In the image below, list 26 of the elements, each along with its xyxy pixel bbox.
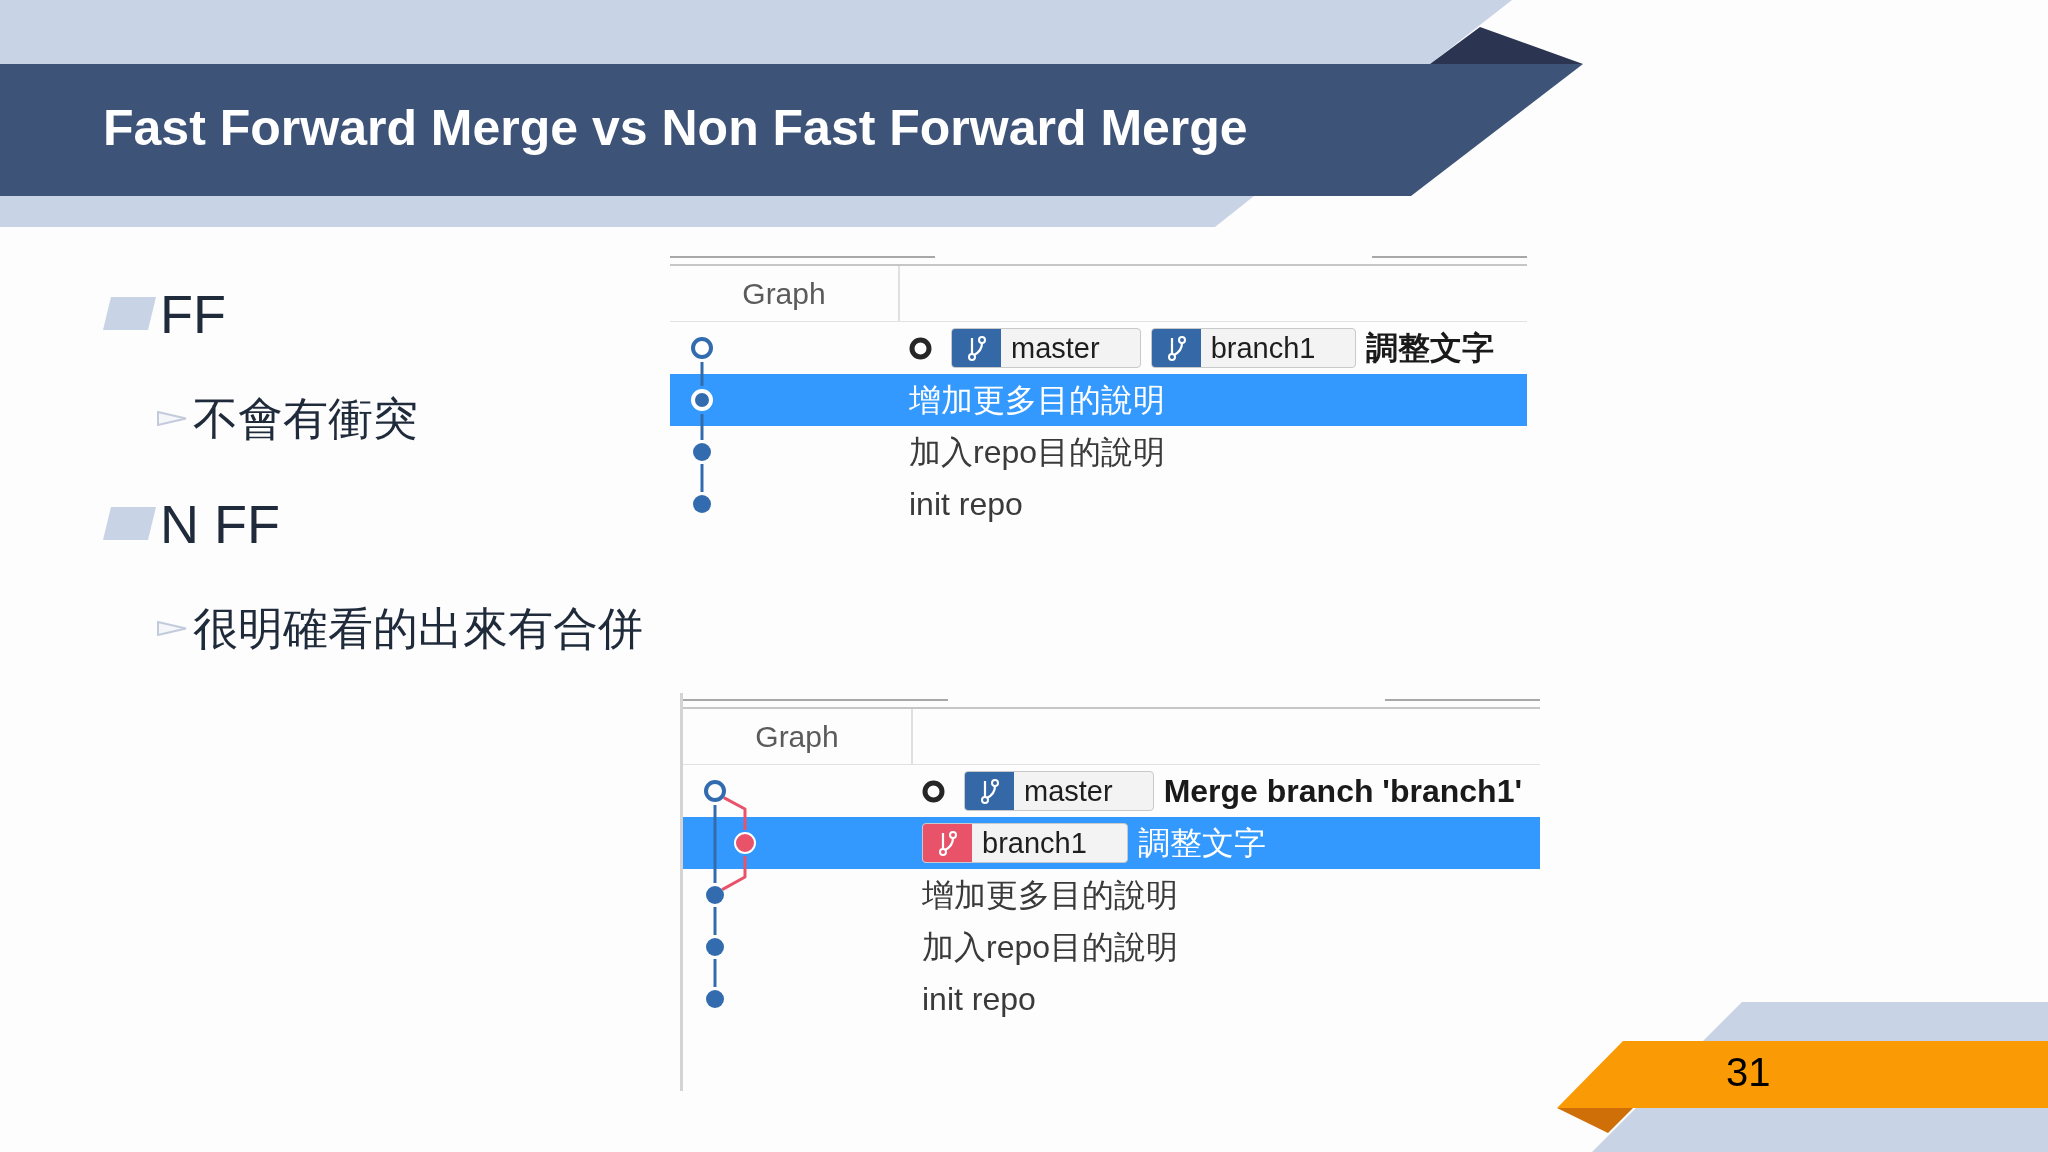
branch-name: branch1 (1210, 331, 1316, 366)
bullet-text: N FF (160, 492, 280, 555)
bullet-text: 很明確看的出來有合併 (193, 601, 643, 656)
triangle-bullet-icon (157, 411, 187, 426)
commit-message: init repo (922, 980, 1036, 1019)
bullet-text: 不會有衝突 (193, 391, 418, 446)
commit-message: Merge branch 'branch1' (1163, 772, 1523, 811)
column-header: Graph (742, 275, 826, 312)
commit-row[interactable]: branch1 調整文字 (683, 817, 1540, 869)
parallelogram-bullet-icon (103, 297, 156, 330)
branch-name: master (1011, 331, 1100, 366)
triangle-bullet-icon (157, 621, 187, 636)
branch-name: master (1024, 774, 1113, 809)
column-header: Graph (755, 718, 839, 755)
bullet-text: FF (160, 282, 226, 345)
commit-message: 加入repo目的說明 (922, 928, 1179, 967)
commit-message: 調整文字 (1366, 329, 1495, 368)
parallelogram-bullet-icon (103, 507, 156, 540)
page-number: 31 (1726, 1050, 1771, 1094)
commit-message: 增加更多目的說明 (922, 876, 1178, 915)
branch-name: branch1 (982, 826, 1087, 861)
commit-message: 調整文字 (1137, 824, 1266, 863)
slide-title: Fast Forward Merge vs Non Fast Forward Merge (103, 99, 1248, 158)
commit-message: 增加更多目的說明 (909, 381, 1165, 420)
commit-message: init repo (909, 485, 1023, 524)
commit-message: 加入repo目的說明 (909, 433, 1166, 472)
